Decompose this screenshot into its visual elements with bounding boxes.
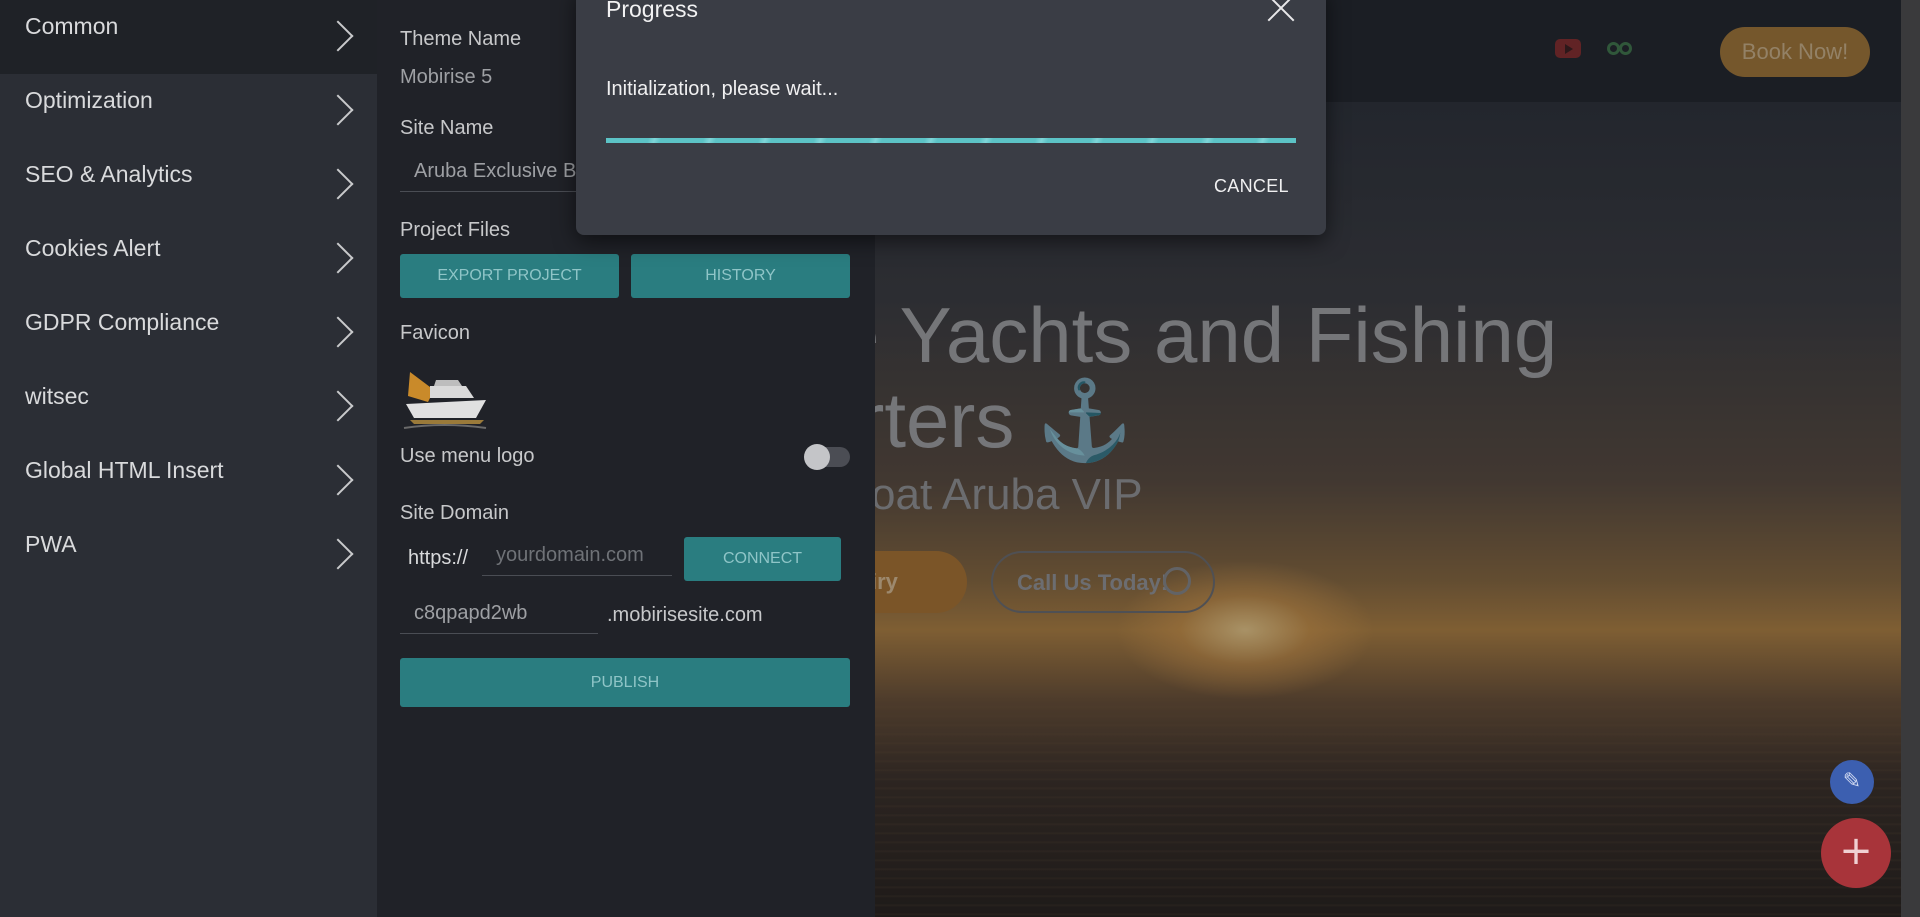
history-button[interactable]: HISTORY — [631, 254, 850, 298]
edit-fab-pencil-icon[interactable]: ✎ — [1830, 760, 1874, 804]
cancel-button[interactable]: CANCEL — [1214, 176, 1289, 197]
site-name-label: Site Name — [400, 117, 494, 139]
nav-item-label: GDPR Compliance — [25, 309, 220, 335]
progress-message: Initialization, please wait... — [606, 78, 839, 100]
export-project-button[interactable]: EXPORT PROJECT — [400, 254, 619, 298]
use-menu-logo-toggle[interactable] — [804, 444, 850, 470]
chevron-right-icon — [322, 242, 354, 274]
nav-item-label: PWA — [25, 531, 77, 557]
nav-item-label: Cookies Alert — [25, 235, 161, 261]
close-icon[interactable] — [1266, 0, 1296, 24]
add-block-fab-icon[interactable]: + — [1821, 818, 1891, 888]
nav-item-label: Optimization — [25, 87, 153, 113]
settings-nav: Common Optimization SEO & Analytics Cook… — [0, 0, 377, 917]
chevron-right-icon — [322, 390, 354, 422]
nav-item-label: SEO & Analytics — [25, 161, 193, 187]
nav-item-common[interactable]: Common — [0, 0, 377, 74]
progress-bar — [606, 138, 1296, 143]
project-files-label: Project Files — [400, 219, 511, 241]
subdomain-input[interactable]: c8qpapd2wb — [400, 594, 598, 634]
chevron-right-icon — [322, 168, 354, 200]
chevron-right-icon — [322, 538, 354, 570]
chevron-right-icon — [322, 20, 354, 52]
chevron-right-icon — [322, 316, 354, 348]
nav-item-cookies-alert[interactable]: Cookies Alert — [0, 222, 377, 296]
nav-item-witsec[interactable]: witsec — [0, 370, 377, 444]
page-scrollbar[interactable] — [1901, 0, 1920, 917]
domain-input[interactable]: yourdomain.com — [482, 536, 672, 576]
progress-dialog: Progress Initialization, please wait... … — [576, 0, 1326, 235]
nav-item-optimization[interactable]: Optimization — [0, 74, 377, 148]
subdomain-suffix: .mobirisesite.com — [607, 604, 763, 626]
theme-name-label: Theme Name — [400, 28, 522, 50]
domain-prefix: https:// — [408, 547, 469, 569]
nav-item-gdpr-compliance[interactable]: GDPR Compliance — [0, 296, 377, 370]
site-domain-label: Site Domain — [400, 502, 509, 524]
nav-item-global-html-insert[interactable]: Global HTML Insert — [0, 444, 377, 518]
favicon-boat-icon[interactable] — [400, 362, 488, 434]
favicon-label: Favicon — [400, 322, 471, 344]
publish-button[interactable]: PUBLISH — [400, 658, 850, 707]
nav-item-seo-analytics[interactable]: SEO & Analytics — [0, 148, 377, 222]
use-menu-logo-label: Use menu logo — [400, 445, 535, 467]
connect-button[interactable]: CONNECT — [684, 537, 841, 581]
theme-name-value: Mobirise 5 — [400, 66, 493, 88]
dialog-title: Progress — [606, 0, 699, 22]
nav-item-label: Common — [25, 13, 119, 39]
site-name-input[interactable]: Aruba Exclusive Boat — [400, 152, 600, 192]
chevron-right-icon — [322, 464, 354, 496]
nav-item-pwa[interactable]: PWA — [0, 518, 377, 592]
nav-item-label: witsec — [25, 383, 89, 409]
toggle-knob — [804, 444, 830, 470]
chevron-right-icon — [322, 94, 354, 126]
nav-item-label: Global HTML Insert — [25, 457, 224, 483]
